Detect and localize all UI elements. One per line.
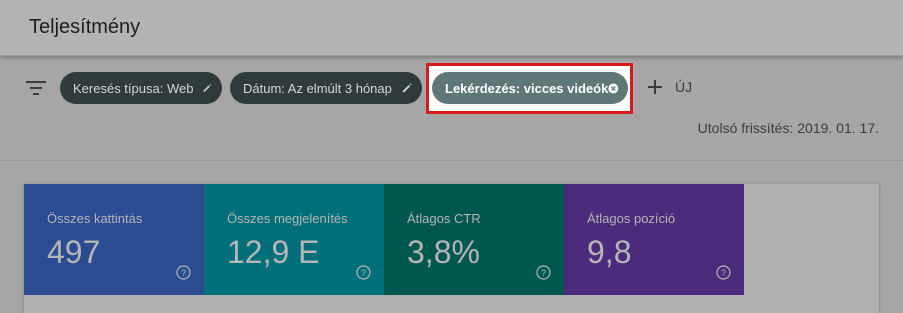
help-icon[interactable]: ? xyxy=(716,265,731,280)
pencil-icon[interactable] xyxy=(401,81,413,95)
metric-total-clicks[interactable]: Összes kattintás 497 ? xyxy=(24,184,204,295)
top-header: Teljesítmény xyxy=(0,0,903,56)
svg-text:?: ? xyxy=(721,268,726,278)
help-icon[interactable]: ? xyxy=(176,265,191,280)
chip-label: Dátum: Az elmúlt 3 hónap xyxy=(243,80,392,96)
plus-icon xyxy=(648,80,662,94)
metric-value: 497 xyxy=(47,234,101,270)
close-icon[interactable] xyxy=(608,81,619,96)
page-title: Teljesítmény xyxy=(29,16,141,38)
add-filter-label: ÚJ xyxy=(675,79,693,95)
help-icon[interactable]: ? xyxy=(356,265,371,280)
metric-value: 9,8 xyxy=(587,234,632,270)
chip-label: Keresés típusa: Web xyxy=(73,80,194,96)
add-filter-button[interactable]: ÚJ xyxy=(646,78,692,96)
metric-label: Összes kattintás xyxy=(47,211,143,226)
metric-total-impressions[interactable]: Összes megjelenítés 12,9 E ? xyxy=(204,184,384,295)
metric-value: 3,8% xyxy=(407,234,480,270)
filter-chip-search-type[interactable]: Keresés típusa: Web xyxy=(60,72,222,104)
svg-text:?: ? xyxy=(181,268,186,278)
metric-label: Összes megjelenítés xyxy=(227,211,348,226)
filter-chip-query[interactable]: Lekérdezés: vicces videók xyxy=(432,72,628,104)
divider xyxy=(0,160,903,161)
metric-label: Átlagos CTR xyxy=(407,211,481,226)
svg-text:?: ? xyxy=(361,268,366,278)
last-update-text: Utolsó frissítés: 2019. 01. 17. xyxy=(697,120,879,136)
pencil-icon[interactable] xyxy=(202,81,213,95)
svg-text:?: ? xyxy=(541,268,546,278)
metric-value: 12,9 E xyxy=(227,234,320,270)
metric-average-position[interactable]: Átlagos pozíció 9,8 ? xyxy=(564,184,744,295)
chip-label: Lekérdezés: vicces videók xyxy=(445,80,609,96)
filter-chip-date[interactable]: Dátum: Az elmúlt 3 hónap xyxy=(230,72,422,104)
help-icon[interactable]: ? xyxy=(536,265,551,280)
metric-label: Átlagos pozíció xyxy=(587,211,676,226)
metric-average-ctr[interactable]: Átlagos CTR 3,8% ? xyxy=(384,184,564,295)
filter-icon[interactable] xyxy=(25,78,47,98)
